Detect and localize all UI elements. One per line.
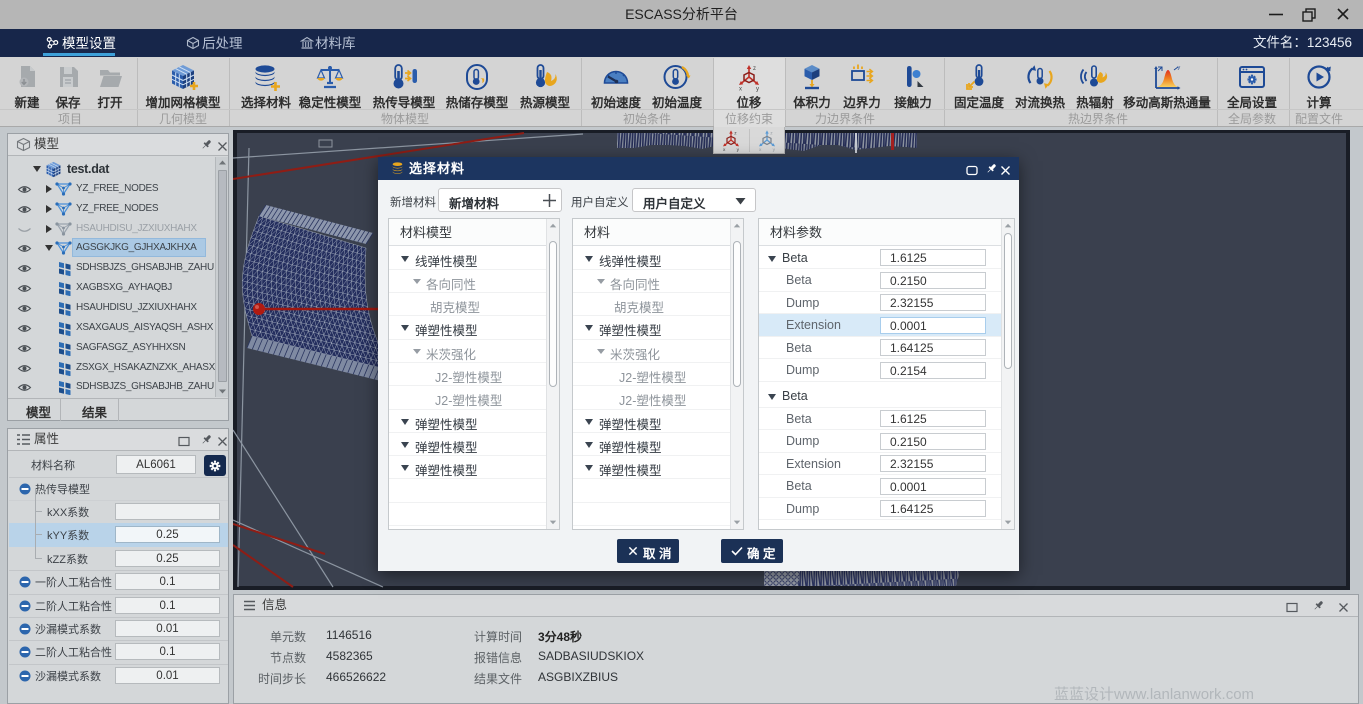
svg-text:x: x <box>739 87 742 93</box>
svg-text:z: z <box>770 131 773 136</box>
svg-text:y: y <box>773 148 776 152</box>
svg-text:x: x <box>723 148 726 152</box>
svg-text:y: y <box>1178 65 1181 71</box>
svg-text:z: z <box>753 66 756 72</box>
svg-text:y: y <box>756 87 759 93</box>
svg-text:z: z <box>734 131 737 136</box>
svg-text:x: x <box>759 148 762 152</box>
svg-text:y: y <box>737 148 740 152</box>
